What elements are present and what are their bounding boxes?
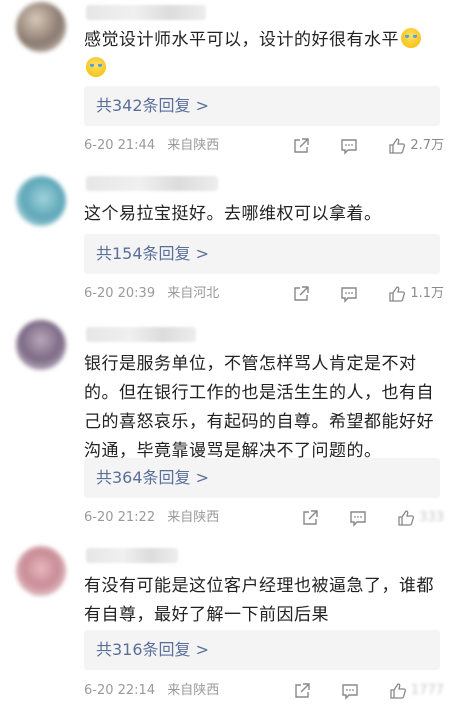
crying-emoji-icon	[86, 57, 106, 77]
share-icon[interactable]	[301, 509, 319, 527]
comment-text: 有没有可能是这位客户经理也被逼急了，谁都有自尊，最好了解一下前因后果	[84, 572, 444, 630]
comment-text-content: 这个易拉宝挺好。去哪维权可以拿着。	[84, 204, 382, 224]
comment-actions: 1777	[263, 681, 444, 701]
replies-label: 共316条回复 >	[96, 640, 210, 659]
comment-text-content: 感觉设计师水平可以，设计的好很有水平	[84, 30, 399, 50]
comment-text-content: 银行是服务单位，不管怎样骂人肯定是不对的。但在银行工作的也是活生生的人，也有自己…	[84, 354, 434, 461]
timestamp: 6-20 21:44	[84, 138, 156, 153]
comment-text: 感觉设计师水平可以，设计的好很有水平	[84, 26, 444, 84]
username-blurred[interactable]	[86, 176, 218, 191]
comment-meta: 6-20 21:44 来自陕西 2.7万	[84, 136, 444, 156]
comment-actions: 2.7万	[262, 136, 444, 156]
replies-label: 共364条回复 >	[96, 468, 210, 487]
avatar[interactable]	[16, 2, 66, 52]
avatar[interactable]	[16, 546, 66, 596]
timestamp: 6-20 20:39	[84, 286, 156, 301]
replies-label: 共342条回复 >	[96, 96, 210, 115]
comment-icon[interactable]	[340, 137, 358, 155]
share-icon[interactable]	[292, 285, 310, 303]
comment-icon[interactable]	[341, 682, 359, 700]
like-count: 2.7万	[410, 138, 444, 153]
location: 来自陕西	[167, 683, 220, 698]
like-count: 1.1万	[410, 286, 444, 301]
like-count: 333	[419, 510, 444, 525]
timestamp: 6-20 22:14	[84, 683, 156, 698]
comment-meta: 6-20 22:14 来自陕西 1777	[84, 681, 444, 701]
like-count: 1777	[410, 683, 444, 698]
location: 来自河北	[167, 286, 220, 301]
comment-actions: 333	[271, 508, 444, 528]
location: 来自陕西	[167, 510, 220, 525]
like-icon[interactable]	[388, 137, 406, 155]
share-icon[interactable]	[293, 682, 311, 700]
comment-icon[interactable]	[349, 509, 367, 527]
timestamp: 6-20 21:22	[84, 510, 156, 525]
crying-emoji-icon	[401, 28, 421, 48]
username-blurred[interactable]	[86, 327, 196, 342]
username-blurred[interactable]	[86, 548, 178, 563]
replies-link[interactable]: 共316条回复 >	[84, 630, 440, 670]
comment-text-content: 有没有可能是这位客户经理也被逼急了，谁都有自尊，最好了解一下前因后果	[84, 576, 434, 625]
avatar[interactable]	[16, 176, 66, 226]
username-blurred[interactable]	[86, 5, 206, 20]
comment-text: 这个易拉宝挺好。去哪维权可以拿着。	[84, 200, 444, 229]
like-icon[interactable]	[397, 509, 415, 527]
comment-meta: 6-20 20:39 来自河北 1.1万	[84, 284, 444, 304]
comment-icon[interactable]	[340, 285, 358, 303]
avatar[interactable]	[16, 320, 66, 370]
replies-link[interactable]: 共154条回复 >	[84, 234, 440, 274]
replies-label: 共154条回复 >	[96, 244, 210, 263]
comment-actions: 1.1万	[262, 284, 444, 304]
replies-link[interactable]: 共342条回复 >	[84, 86, 440, 126]
comment-meta: 6-20 21:22 来自陕西 333	[84, 508, 444, 528]
comment-text: 银行是服务单位，不管怎样骂人肯定是不对的。但在银行工作的也是活生生的人，也有自己…	[84, 350, 444, 466]
location: 来自陕西	[167, 138, 220, 153]
like-icon[interactable]	[389, 682, 407, 700]
like-icon[interactable]	[388, 285, 406, 303]
replies-link[interactable]: 共364条回复 >	[84, 458, 440, 498]
share-icon[interactable]	[292, 137, 310, 155]
